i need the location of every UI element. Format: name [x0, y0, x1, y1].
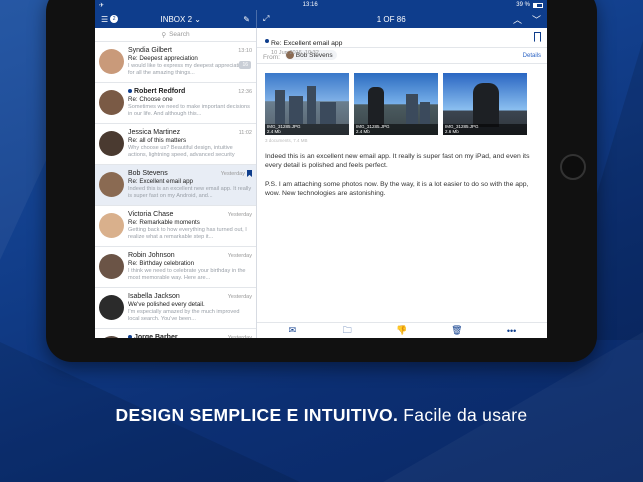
- mail-sender: Bob Stevens: [128, 170, 168, 177]
- mail-sender: Isabella Jackson: [128, 293, 180, 300]
- spam-icon[interactable]: 👎: [396, 325, 407, 335]
- avatar: [99, 336, 124, 338]
- home-button[interactable]: [560, 154, 586, 180]
- attachments-meta: 3 documents, 7.4 MB: [265, 138, 308, 143]
- thread-count: 16: [239, 61, 251, 69]
- attachment-size: 2.4 Mb: [267, 128, 281, 134]
- tagline-strong: DESIGN SEMPLICE E INTUITIVO.: [115, 405, 399, 425]
- mail-list-item[interactable]: Victoria Chase Yesterday Re: Remarkable …: [95, 206, 256, 247]
- menu-button[interactable]: ☰ 2: [101, 15, 119, 24]
- avatar: [99, 213, 124, 238]
- mail-sender: Robert Redford: [128, 88, 185, 95]
- attachment-photo[interactable]: IMG_31285.JPG 2.6 Mb: [443, 73, 527, 135]
- move-folder-icon[interactable]: 🗀: [342, 325, 352, 335]
- mail-preview: I would like to express my deepest appre…: [128, 63, 246, 76]
- unread-dot: [265, 38, 269, 43]
- app-screen: ✈ 13:16 39 % ☰ 2 INBOX 2 ⌄ ✎ ⤢ 1 OF 86 ︿ …: [95, 0, 547, 338]
- mail-subject: Re: Birthday celebration: [128, 260, 195, 267]
- search-placeholder: Search: [169, 31, 190, 38]
- avatar: [99, 295, 124, 320]
- bookmark-icon: [247, 170, 252, 177]
- mail-preview: Getting back to how everything has turne…: [128, 227, 247, 240]
- message-paragraph: Indeed this is an excellent new email ap…: [265, 153, 530, 170]
- mail-sender: Syndia Gilbert: [128, 47, 172, 54]
- avatar: [99, 131, 124, 156]
- mail-detail: Re: Excellent email app 10 Jun 2016, 10:…: [257, 28, 547, 338]
- message-position: 1 OF 86: [376, 14, 406, 24]
- app-header: ☰ 2 INBOX 2 ⌄ ✎ ⤢ 1 OF 86 ︿ ﹀: [95, 10, 547, 28]
- mail-list-item[interactable]: Bob Stevens Yesterday Re: Excellent emai…: [95, 165, 256, 206]
- airplane-icon: ✈: [99, 2, 105, 9]
- compose-icon[interactable]: ✎: [243, 15, 250, 24]
- mail-preview: Why choose us? Beautiful design, intuiti…: [128, 145, 235, 158]
- mail-time: 13:10: [238, 47, 252, 54]
- mail-subject: Re: all of this matters: [128, 137, 187, 144]
- attachment-size: 2.4 Mb: [356, 128, 370, 134]
- battery-icon: [532, 2, 543, 8]
- avatar: [99, 172, 124, 197]
- mail-list-item[interactable]: Syndia Gilbert 13:10 Re: Deepest appreci…: [95, 42, 256, 83]
- message-toolbar: ✉ 🗀 👎 🗑 •••: [257, 322, 547, 338]
- tagline-normal: Facile da usare: [398, 405, 528, 425]
- avatar: [99, 49, 124, 74]
- chevron-down-icon[interactable]: ﹀: [532, 13, 541, 26]
- mail-preview: I think we need to celebrate your birthd…: [128, 268, 246, 281]
- mail-sender: Victoria Chase: [128, 211, 174, 218]
- status-bar: ✈ 13:16 39 %: [95, 0, 547, 10]
- mail-preview: Sometimes we need to make important deci…: [128, 104, 250, 117]
- mail-list-item[interactable]: Robert Redford 12:36 Re: Choose one Some…: [95, 83, 256, 124]
- chevron-up-icon[interactable]: ︿: [513, 13, 522, 26]
- avatar: [99, 254, 124, 279]
- mail-preview: Indeed this is an excellent new email ap…: [128, 186, 252, 199]
- mail-subject: Re: Choose one: [128, 96, 173, 103]
- detail-date: 10 Jun 2016, 10:32: [271, 50, 319, 56]
- battery-level: 39 %: [516, 2, 530, 8]
- mailbox-title: INBOX 2: [160, 14, 193, 24]
- mail-list-item[interactable]: Robin Johnson Yesterday Re: Birthday cel…: [95, 247, 256, 288]
- attachment-photo[interactable]: IMG_31285.JPG 2.4 Mb: [354, 73, 438, 135]
- mail-time: Yesterday: [227, 252, 252, 259]
- promo-tagline: DESIGN SEMPLICE E INTUITIVO. Facile da u…: [0, 405, 643, 426]
- mail-list: ⚲ Search Syndia Gilbert 13:10 Re: Deepes…: [95, 28, 257, 338]
- message-paragraph: P.S. I am attaching some photos now. By …: [265, 180, 529, 197]
- search-icon: ⚲: [161, 31, 167, 39]
- mail-time: 12:36: [238, 88, 252, 95]
- avatar: [99, 90, 124, 115]
- mail-subject: Re: Deepest appreciation: [128, 55, 198, 62]
- mail-sender: Jorge Barber: [128, 334, 178, 338]
- mail-time: Yesterday: [227, 334, 252, 339]
- mailbox-selector[interactable]: INBOX 2 ⌄: [160, 15, 201, 24]
- status-time: 13:16: [302, 2, 318, 8]
- mail-time: 11:02: [238, 129, 252, 136]
- mail-subject: Re: Excellent email app: [128, 178, 194, 185]
- search-bar[interactable]: ⚲ Search: [95, 28, 256, 42]
- mail-subject: We've polished every detail.: [128, 301, 205, 308]
- mark-unread-icon[interactable]: ✉: [287, 325, 297, 335]
- attachment-photo[interactable]: IMG_31285.JPG 2.4 Mb: [265, 73, 349, 135]
- menu-badge: 2: [110, 15, 119, 24]
- chevron-down-icon: ⌄: [194, 14, 201, 24]
- mail-preview: I'm especially amazed by the much improv…: [128, 309, 240, 322]
- mail-list-item[interactable]: Isabella Jackson Yesterday We've polishe…: [95, 288, 256, 329]
- detail-subject: Re: Excellent email app: [271, 40, 343, 47]
- mail-time: Yesterday: [227, 293, 252, 300]
- trash-icon[interactable]: 🗑: [451, 325, 462, 335]
- mail-list-item[interactable]: Jorge Barber Yesterday: [95, 329, 256, 338]
- mail-time: Yesterday: [221, 170, 252, 177]
- expand-icon[interactable]: ⤢: [263, 14, 269, 24]
- mail-subject: Re: Remarkable moments: [128, 219, 200, 226]
- mail-time: Yesterday: [227, 211, 252, 218]
- mail-sender: Jessica Martinez: [128, 129, 181, 136]
- mail-list-item[interactable]: Jessica Martinez 11:02 Re: all of this m…: [95, 124, 256, 165]
- message-body: Indeed this is an excellent new email ap…: [257, 146, 547, 198]
- attachment-size: 2.6 Mb: [445, 128, 459, 134]
- more-icon[interactable]: •••: [507, 326, 517, 336]
- mail-sender: Robin Johnson: [128, 252, 175, 259]
